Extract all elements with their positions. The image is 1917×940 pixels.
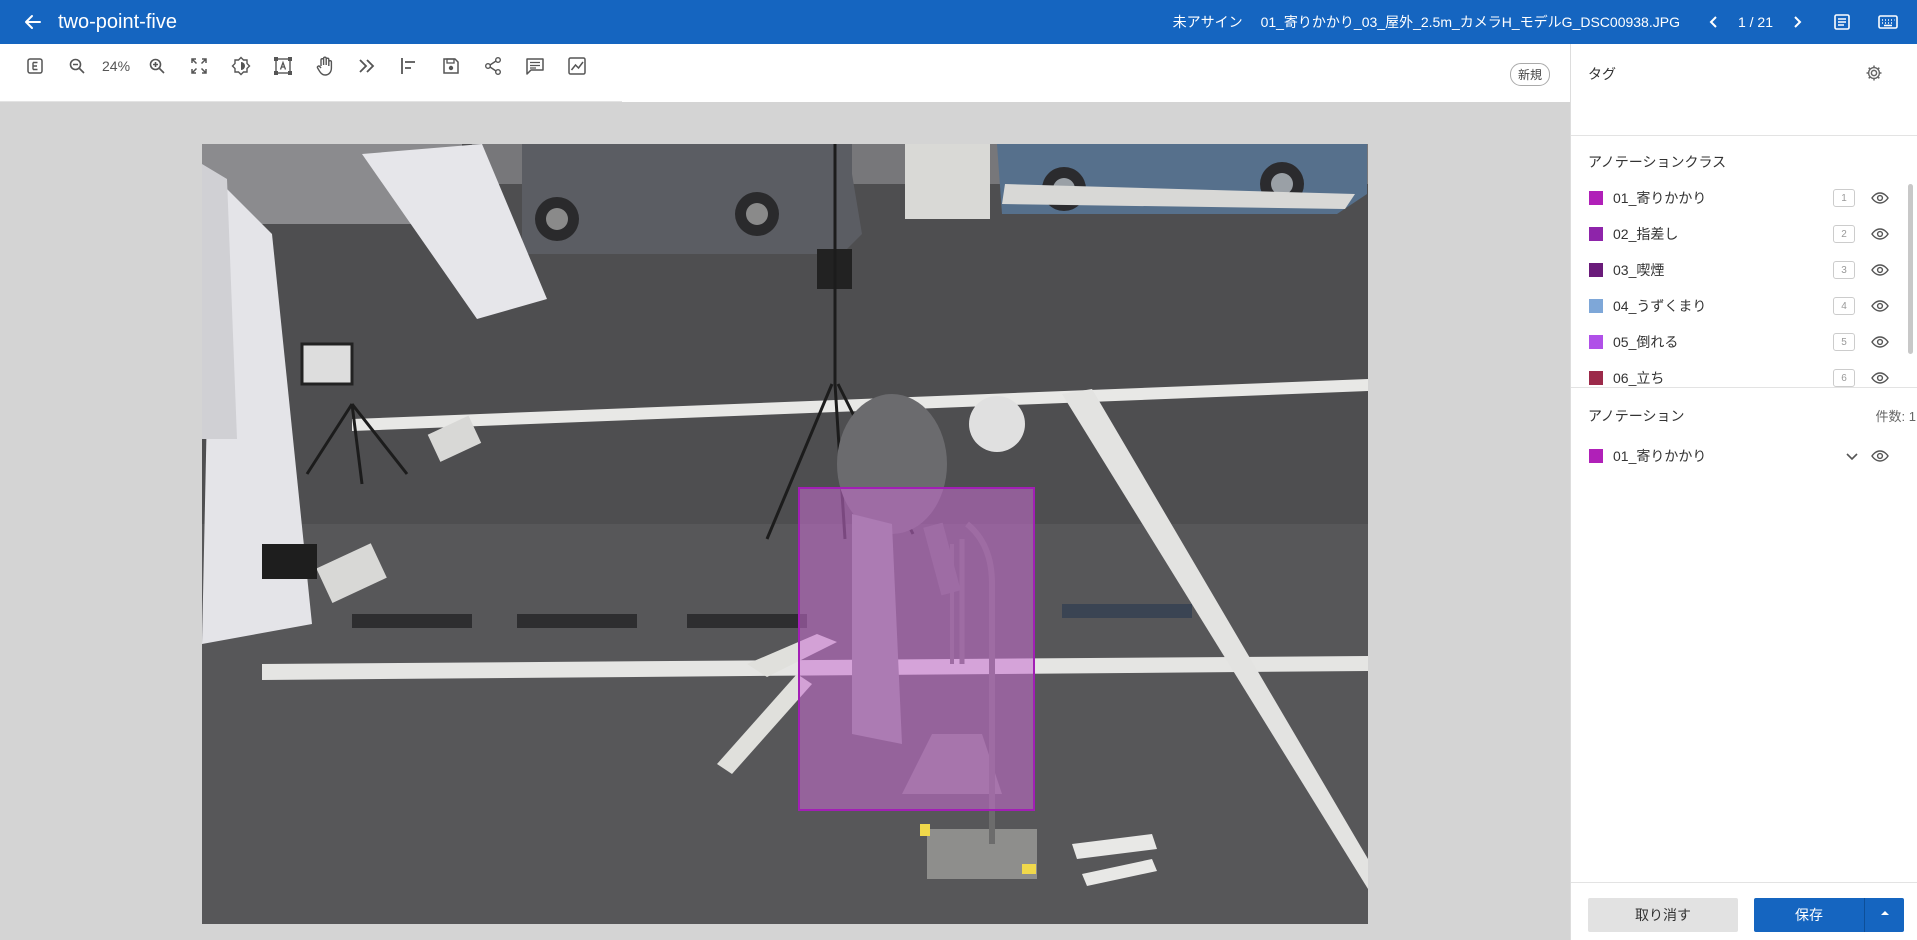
class-shortcut: 6 [1833, 369, 1855, 387]
class-color-swatch [1589, 227, 1603, 241]
class-item[interactable]: 04_うずくまり 4 [1571, 288, 1901, 324]
save-options-button[interactable] [1864, 898, 1904, 932]
comment-icon[interactable] [520, 51, 550, 81]
class-color-swatch [1589, 299, 1603, 313]
notes-icon[interactable] [1829, 9, 1855, 35]
file-name: 01_寄りかかり_03_屋外_2.5m_カメラH_モデルG_DSC00938.J… [1260, 14, 1680, 30]
cancel-button[interactable]: 取り消す [1588, 898, 1738, 932]
eye-icon[interactable] [1869, 223, 1891, 245]
e-icon[interactable] [20, 51, 50, 81]
class-color-swatch [1589, 335, 1603, 349]
eye-icon[interactable] [1869, 187, 1891, 209]
zoom-out-icon[interactable] [62, 51, 92, 81]
class-shortcut: 3 [1833, 261, 1855, 279]
annotation-class-section: アノテーションクラス 01_寄りかかり 1 02_指差し 2 03_喫煙 3 0… [1571, 136, 1917, 388]
chart-icon[interactable] [562, 51, 592, 81]
class-shortcut: 4 [1833, 297, 1855, 315]
right-panel: タグ アノテーションクラス 01_寄りかかり 1 02_指差し 2 03_喫煙 … [1570, 44, 1917, 940]
gear-icon[interactable] [1863, 62, 1885, 84]
class-label: 04_うずくまり [1613, 298, 1707, 314]
toolbar: 24% 新規 [0, 44, 1570, 102]
class-shortcut: 2 [1833, 225, 1855, 243]
tags-title: タグ [1588, 66, 1616, 82]
class-shortcut: 1 [1833, 189, 1855, 207]
class-label: 06_立ち [1613, 370, 1665, 386]
fit-screen-icon[interactable] [184, 51, 214, 81]
top-bar: two-point-five 未アサイン 01_寄りかかり_03_屋外_2.5m… [0, 0, 1917, 44]
annotation-count: 件数: 1 [1875, 409, 1916, 424]
eye-icon[interactable] [1869, 331, 1891, 353]
eye-icon[interactable] [1869, 445, 1891, 467]
class-label: 03_喫煙 [1613, 262, 1665, 278]
align-icon[interactable] [394, 51, 424, 81]
annotation-section: アノテーション 件数: 1 01_寄りかかり [1571, 388, 1917, 788]
zoom-in-icon[interactable] [142, 51, 172, 81]
class-item[interactable]: 05_倒れる 5 [1571, 324, 1901, 360]
class-item[interactable]: 06_立ち 6 [1571, 360, 1901, 387]
share-icon[interactable] [478, 51, 508, 81]
back-arrow-icon[interactable] [18, 7, 48, 37]
class-item[interactable]: 01_寄りかかり 1 [1571, 180, 1901, 216]
class-shortcut: 5 [1833, 333, 1855, 351]
eye-icon[interactable] [1869, 367, 1891, 387]
annotation-label: 01_寄りかかり [1613, 448, 1707, 464]
class-color-swatch [1589, 263, 1603, 277]
class-list-scrollbar[interactable] [1908, 184, 1913, 354]
class-label: 02_指差し [1613, 226, 1679, 242]
chevron-right-icon[interactable] [1785, 10, 1809, 34]
annotation-class-title: アノテーションクラス [1588, 154, 1727, 170]
class-label: 01_寄りかかり [1613, 190, 1707, 206]
image-canvas[interactable] [0, 102, 1570, 940]
class-color-swatch [1589, 191, 1603, 205]
new-badge: 新規 [1510, 63, 1551, 86]
project-title[interactable]: two-point-five [58, 11, 177, 34]
annotation-bounding-box[interactable] [798, 487, 1035, 811]
eye-icon[interactable] [1869, 295, 1891, 317]
eye-icon[interactable] [1869, 259, 1891, 281]
assign-status[interactable]: 未アサイン [1173, 12, 1243, 32]
skip-icon[interactable] [352, 51, 382, 81]
class-item[interactable]: 03_喫煙 3 [1571, 252, 1901, 288]
caret-up-icon [1879, 906, 1891, 924]
brightness-icon[interactable] [226, 51, 256, 81]
chevron-down-icon[interactable] [1841, 445, 1863, 467]
bbox-tool-icon[interactable] [268, 51, 298, 81]
annotation-item[interactable]: 01_寄りかかり [1571, 439, 1901, 473]
annotation-color-swatch [1589, 449, 1603, 463]
zoom-level: 24% [102, 58, 131, 74]
class-item[interactable]: 02_指差し 2 [1571, 216, 1901, 252]
class-label: 05_倒れる [1613, 334, 1679, 350]
panel-footer: 取り消す 保存 [1571, 882, 1917, 940]
keyboard-icon[interactable] [1875, 9, 1901, 35]
pan-hand-icon[interactable] [310, 51, 340, 81]
chevron-left-icon[interactable] [1702, 10, 1726, 34]
toolbar-divider [0, 88, 622, 102]
pager: 1 / 21 [1737, 14, 1773, 30]
annotation-title: アノテーション [1588, 408, 1685, 424]
tags-section: タグ [1571, 44, 1917, 136]
save-icon[interactable] [436, 51, 466, 81]
annotated-image[interactable] [202, 144, 1368, 924]
class-color-swatch [1589, 371, 1603, 385]
save-button[interactable]: 保存 [1754, 898, 1864, 932]
